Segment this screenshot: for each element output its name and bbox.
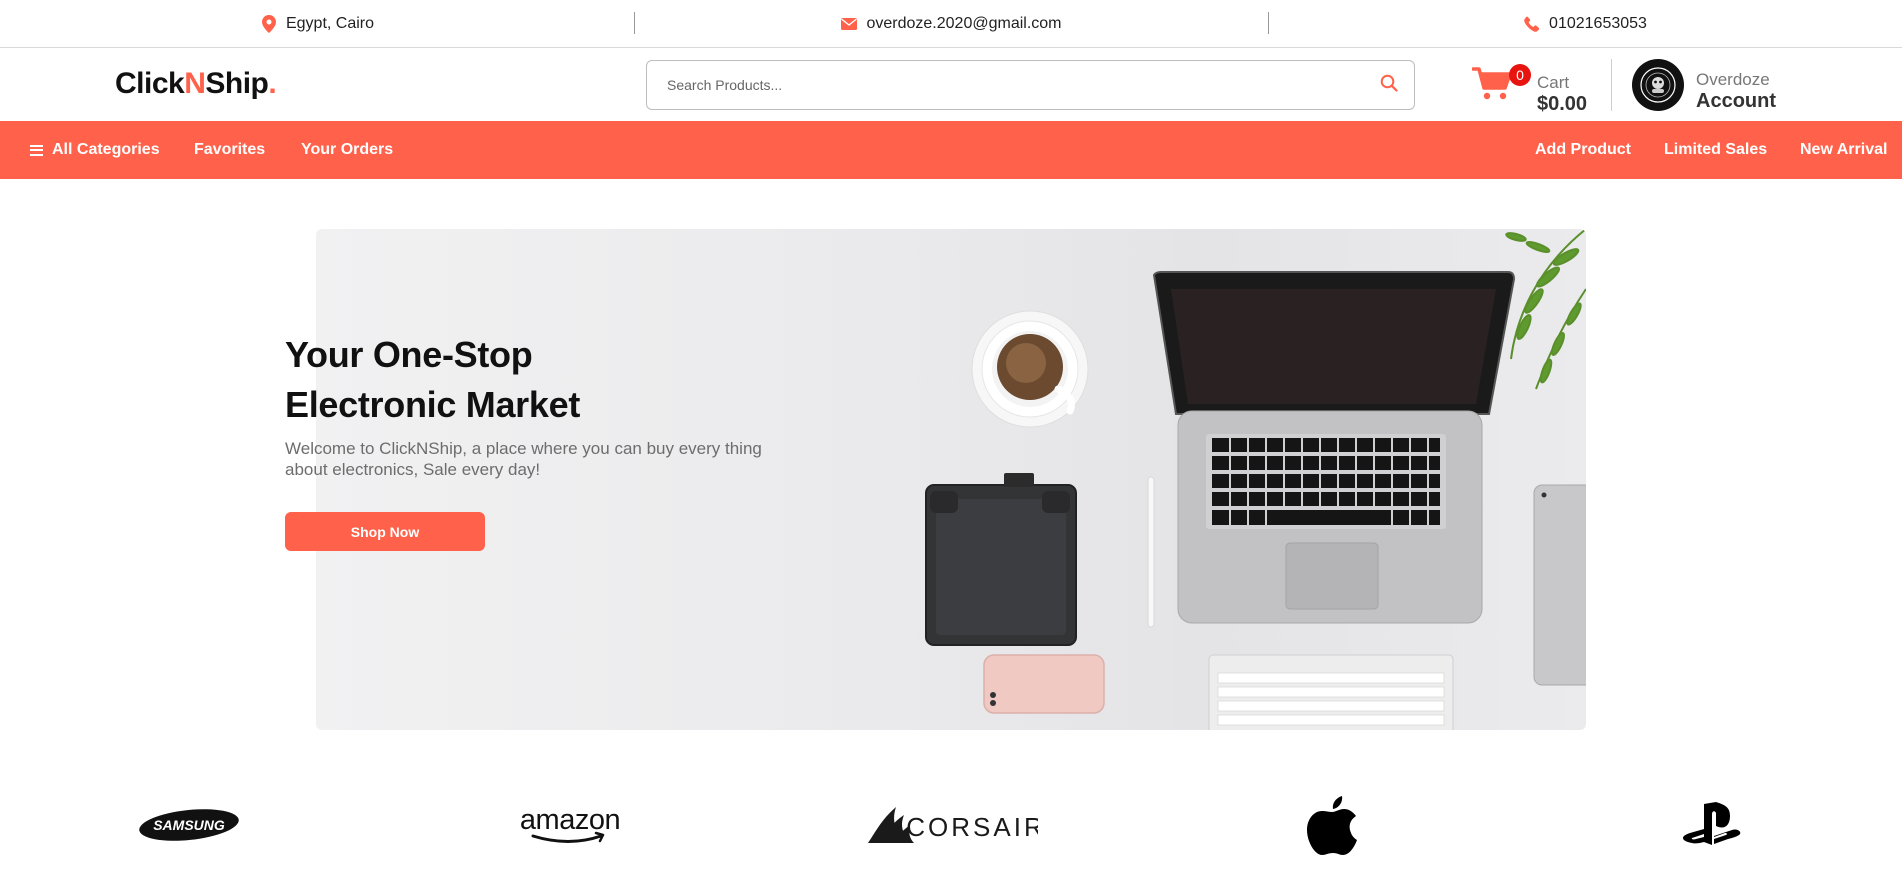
- nav-new-arrival[interactable]: New Arrival: [1800, 121, 1887, 179]
- tablet-device: [1533, 484, 1586, 686]
- search-button[interactable]: [1364, 61, 1414, 109]
- menu-icon: [30, 144, 43, 156]
- phone-icon: [1523, 15, 1541, 33]
- site-logo[interactable]: ClickNShip.: [115, 67, 277, 101]
- drawing-tablet: [925, 473, 1077, 646]
- nav-favorites[interactable]: Favorites: [194, 121, 265, 179]
- hero-title-line1: Your One-Stop: [285, 334, 533, 375]
- stylus: [1147, 476, 1155, 628]
- hero-title: Your One-Stop Electronic Market: [285, 330, 805, 430]
- search-input[interactable]: [647, 61, 1364, 109]
- playstation-logo-icon: [1682, 802, 1741, 845]
- smartphone: [983, 654, 1105, 714]
- nav-limited-sales[interactable]: Limited Sales: [1664, 121, 1767, 179]
- cart-count-badge: 0: [1509, 64, 1531, 86]
- coffee-cup: [971, 310, 1089, 428]
- email-info: overdoze.2020@gmail.com: [634, 0, 1268, 47]
- laptop: [1152, 271, 1516, 624]
- account-username: Overdoze: [1696, 70, 1770, 89]
- svg-text:amazon: amazon: [520, 804, 620, 836]
- logo-text-n: N: [184, 67, 206, 100]
- logo-text-ship: Ship: [205, 67, 269, 100]
- brand-apple[interactable]: [1304, 780, 1360, 870]
- search-icon: [1380, 74, 1398, 97]
- account-label: Account: [1696, 90, 1776, 112]
- nav-your-orders[interactable]: Your Orders: [301, 121, 393, 179]
- avatar: [1632, 59, 1684, 111]
- corsair-logo-icon: CORSAIR: [868, 807, 1038, 843]
- hero-text: Your One-Stop Electronic Market Welcome …: [285, 330, 805, 480]
- shopping-cart-icon: [1471, 67, 1512, 106]
- plant-leaves: [1505, 229, 1586, 390]
- map-pin-icon: [260, 14, 278, 33]
- brand-corsair[interactable]: CORSAIR: [866, 780, 1038, 870]
- brand-logos: SAMSUNG amazon CORSAIR: [0, 780, 1902, 870]
- cart-total: $0.00: [1537, 93, 1588, 115]
- brand-playstation[interactable]: [1682, 780, 1744, 870]
- brand-samsung[interactable]: SAMSUNG: [136, 780, 242, 870]
- amazon-logo-icon: amazon: [520, 804, 621, 843]
- location-info: Egypt, Cairo: [0, 0, 634, 47]
- top-info-bar: Egypt, Cairo overdoze.2020@gmail.com 010…: [0, 0, 1902, 48]
- phone-info: 01021653053: [1268, 0, 1902, 47]
- keyboard: [1208, 654, 1454, 730]
- shop-now-button[interactable]: Shop Now: [285, 512, 485, 551]
- location-text: Egypt, Cairo: [285, 14, 375, 32]
- main-nav: All Categories Favorites Your Orders Add…: [0, 121, 1902, 179]
- envelope-icon: [840, 15, 858, 33]
- hero-title-line2: Electronic Market: [285, 384, 581, 425]
- cart-label: Cart: [1537, 73, 1570, 92]
- cart-widget[interactable]: 0 Cart $0.00: [1471, 59, 1602, 115]
- svg-text:SAMSUNG: SAMSUNG: [153, 817, 225, 833]
- hero-subtitle: Welcome to ClickNShip, a place where you…: [285, 439, 762, 479]
- phone-link[interactable]: 01021653053: [1549, 15, 1647, 33]
- logo-dot: .: [268, 67, 277, 100]
- logo-text-click: Click: [115, 67, 185, 100]
- email-link[interactable]: overdoze.2020@gmail.com: [866, 15, 1061, 33]
- search-bar: [646, 60, 1415, 110]
- nav-add-product[interactable]: Add Product: [1535, 121, 1631, 179]
- apple-logo-icon: [1307, 796, 1357, 855]
- account-widget[interactable]: Overdoze Account: [1632, 59, 1792, 112]
- svg-text:CORSAIR: CORSAIR: [906, 812, 1038, 842]
- nav-all-categories[interactable]: All Categories: [30, 121, 160, 179]
- samsung-logo-icon: SAMSUNG: [139, 809, 239, 841]
- brand-amazon[interactable]: amazon: [515, 780, 625, 870]
- header-divider: [1611, 59, 1612, 111]
- site-header: ClickNShip. 0 Cart $0.00: [0, 49, 1902, 121]
- nav-all-categories-label: All Categories: [52, 141, 160, 158]
